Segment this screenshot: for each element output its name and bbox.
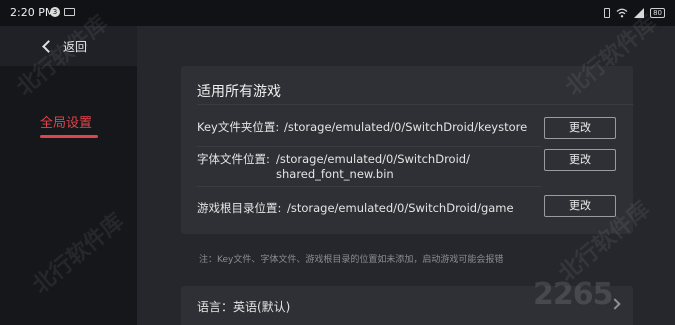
status-bar: 2:20 PM 3 80 (0, 0, 675, 26)
font-file-label: 字体文件位置: (197, 152, 270, 166)
card-title: 适用所有游戏 (197, 84, 281, 100)
back-arrow-icon (42, 39, 55, 53)
divider (197, 186, 541, 187)
key-folder-label: Key文件夹位置: (197, 120, 280, 134)
status-time: 2:20 PM (10, 6, 55, 19)
sidebar-item-global-settings[interactable]: 全局设置 (40, 112, 92, 131)
back-label: 返回 (63, 39, 88, 54)
status-icons: 80 (604, 6, 665, 20)
divider (197, 146, 541, 147)
watermark-logo: 2265 (533, 277, 613, 312)
mail-icon (64, 8, 75, 16)
font-file-path-line1: /storage/emulated/0/SwitchDroid/ (276, 152, 470, 166)
divider (197, 104, 633, 105)
game-root-path: /storage/emulated/0/SwitchDroid/game (287, 201, 514, 215)
game-root-label: 游戏根目录位置: (197, 201, 282, 215)
sidebar: 返回 全局设置 (0, 26, 137, 325)
paths-card: 适用所有游戏 Key文件夹位置: /storage/emulated/0/Swi… (181, 66, 633, 234)
warning-note: 注：Key文件、字体文件、游戏根目录的位置如未添加，启动游戏可能会报错 (199, 255, 504, 265)
font-file-path-line2: shared_font_new.bin (276, 167, 394, 181)
back-button[interactable]: 返回 (0, 26, 137, 66)
change-key-folder-button[interactable]: 更改 (544, 117, 616, 139)
active-indicator (40, 135, 98, 138)
change-font-file-button[interactable]: 更改 (544, 149, 616, 171)
change-game-root-button[interactable]: 更改 (544, 195, 616, 217)
language-label: 语言：英语(默认) (197, 300, 291, 314)
vibrate-icon (604, 8, 611, 18)
wifi-icon (616, 8, 628, 18)
battery-icon: 80 (650, 8, 665, 18)
key-folder-path: /storage/emulated/0/SwitchDroid/keystore (284, 120, 528, 134)
signal-icon (634, 8, 645, 18)
notification-count-badge: 3 (50, 7, 60, 17)
